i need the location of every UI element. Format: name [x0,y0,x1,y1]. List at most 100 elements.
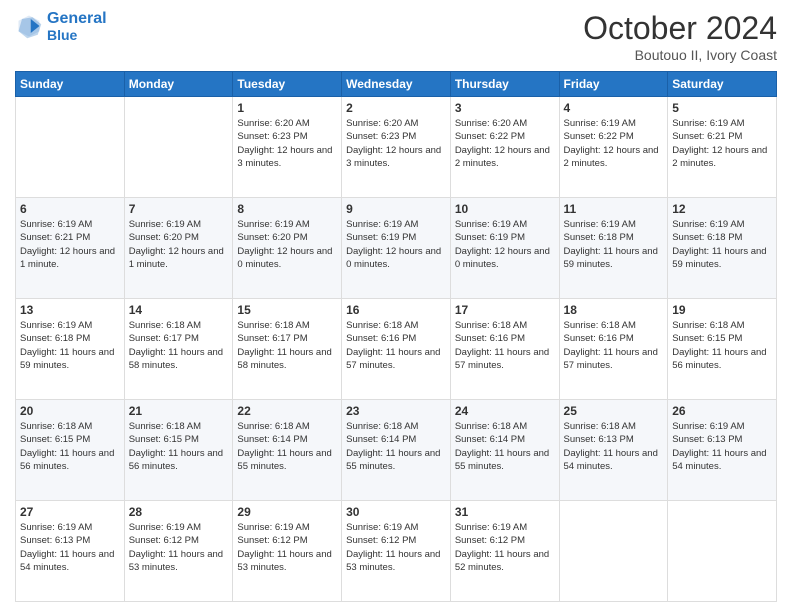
calendar-cell: 2 Sunrise: 6:20 AM Sunset: 6:23 PM Daylig… [342,97,451,198]
calendar-cell: 6Sunrise: 6:19 AM Sunset: 6:21 PM Daylig… [16,198,125,299]
day-info: Sunrise: 6:19 AM Sunset: 6:18 PM Dayligh… [564,218,664,271]
day-number: 29 [237,505,337,519]
weekday-tuesday: Tuesday [233,72,342,97]
day-number: 5 [672,101,772,115]
calendar-header: SundayMondayTuesdayWednesdayThursdayFrid… [16,72,777,97]
calendar-week-1: 6Sunrise: 6:19 AM Sunset: 6:21 PM Daylig… [16,198,777,299]
weekday-sunday: Sunday [16,72,125,97]
day-number: 13 [20,303,120,317]
day-number: 24 [455,404,555,418]
day-number: 2 [346,101,446,115]
day-number: 16 [346,303,446,317]
day-number: 14 [129,303,229,317]
day-number: 19 [672,303,772,317]
calendar-table: SundayMondayTuesdayWednesdayThursdayFrid… [15,71,777,602]
calendar-cell: 20 Sunrise: 6:18 AM Sunset: 6:15 PM Dayli… [16,400,125,501]
calendar-cell: 23Sunrise: 6:18 AM Sunset: 6:14 PM Dayli… [342,400,451,501]
day-info: Sunrise: 6:19 AM Sunset: 6:13 PM Dayligh… [20,521,120,574]
logo: General Blue [15,10,107,43]
calendar-cell: 7 Sunrise: 6:19 AM Sunset: 6:20 PM Daylig… [124,198,233,299]
calendar-cell: 26Sunrise: 6:19 AM Sunset: 6:13 PM Dayli… [668,400,777,501]
calendar-cell: 29 Sunrise: 6:19 AM Sunset: 6:12 PM Dayli… [233,501,342,602]
logo-text: General Blue [47,10,107,43]
day-info: Sunrise: 6:19 AM Sunset: 6:22 PM Dayligh… [564,117,664,170]
day-info: Sunrise: 6:18 AM Sunset: 6:16 PM Dayligh… [346,319,446,372]
calendar-cell: 25 Sunrise: 6:18 AM Sunset: 6:13 PM Dayli… [559,400,668,501]
day-number: 12 [672,202,772,216]
calendar-cell: 8 Sunrise: 6:19 AM Sunset: 6:20 PM Daylig… [233,198,342,299]
day-info: Sunrise: 6:19 AM Sunset: 6:13 PM Dayligh… [672,420,772,473]
month-title: October 2024 [583,10,777,47]
calendar-cell: 3 Sunrise: 6:20 AM Sunset: 6:22 PM Daylig… [450,97,559,198]
calendar-cell: 16 Sunrise: 6:18 AM Sunset: 6:16 PM Dayli… [342,299,451,400]
day-info: Sunrise: 6:19 AM Sunset: 6:19 PM Dayligh… [346,218,446,271]
calendar-cell: 9 Sunrise: 6:19 AM Sunset: 6:19 PM Daylig… [342,198,451,299]
calendar-cell: 21 Sunrise: 6:18 AM Sunset: 6:15 PM Dayli… [124,400,233,501]
day-info: Sunrise: 6:20 AM Sunset: 6:23 PM Dayligh… [237,117,337,170]
weekday-wednesday: Wednesday [342,72,451,97]
day-info: Sunrise: 6:18 AM Sunset: 6:15 PM Dayligh… [20,420,120,473]
calendar-cell: 28Sunrise: 6:19 AM Sunset: 6:12 PM Dayli… [124,501,233,602]
day-number: 11 [564,202,664,216]
day-number: 1 [237,101,337,115]
calendar-cell: 15Sunrise: 6:18 AM Sunset: 6:17 PM Dayli… [233,299,342,400]
calendar-cell: 18 Sunrise: 6:18 AM Sunset: 6:16 PM Dayli… [559,299,668,400]
calendar-cell: 13 Sunrise: 6:19 AM Sunset: 6:18 PM Dayli… [16,299,125,400]
weekday-friday: Friday [559,72,668,97]
calendar-cell: 11 Sunrise: 6:19 AM Sunset: 6:18 PM Dayli… [559,198,668,299]
day-info: Sunrise: 6:20 AM Sunset: 6:22 PM Dayligh… [455,117,555,170]
day-number: 30 [346,505,446,519]
weekday-thursday: Thursday [450,72,559,97]
day-info: Sunrise: 6:18 AM Sunset: 6:13 PM Dayligh… [564,420,664,473]
day-info: Sunrise: 6:18 AM Sunset: 6:14 PM Dayligh… [455,420,555,473]
day-info: Sunrise: 6:19 AM Sunset: 6:12 PM Dayligh… [237,521,337,574]
day-number: 20 [20,404,120,418]
day-info: Sunrise: 6:19 AM Sunset: 6:20 PM Dayligh… [237,218,337,271]
day-number: 28 [129,505,229,519]
calendar-cell: 1 Sunrise: 6:20 AM Sunset: 6:23 PM Daylig… [233,97,342,198]
calendar-cell: 31 Sunrise: 6:19 AM Sunset: 6:12 PM Dayli… [450,501,559,602]
day-number: 31 [455,505,555,519]
day-info: Sunrise: 6:18 AM Sunset: 6:15 PM Dayligh… [672,319,772,372]
day-info: Sunrise: 6:19 AM Sunset: 6:19 PM Dayligh… [455,218,555,271]
day-info: Sunrise: 6:19 AM Sunset: 6:21 PM Dayligh… [672,117,772,170]
day-number: 22 [237,404,337,418]
calendar-week-0: 1 Sunrise: 6:20 AM Sunset: 6:23 PM Daylig… [16,97,777,198]
day-number: 25 [564,404,664,418]
day-number: 3 [455,101,555,115]
day-info: Sunrise: 6:19 AM Sunset: 6:12 PM Dayligh… [455,521,555,574]
day-info: Sunrise: 6:18 AM Sunset: 6:15 PM Dayligh… [129,420,229,473]
title-block: October 2024 Boutouo II, Ivory Coast [583,10,777,63]
page: General Blue October 2024 Boutouo II, Iv… [0,0,792,612]
day-info: Sunrise: 6:19 AM Sunset: 6:20 PM Dayligh… [129,218,229,271]
calendar-cell [124,97,233,198]
day-number: 10 [455,202,555,216]
day-number: 27 [20,505,120,519]
day-number: 8 [237,202,337,216]
calendar-cell [668,501,777,602]
day-number: 6 [20,202,120,216]
calendar-week-4: 27 Sunrise: 6:19 AM Sunset: 6:13 PM Dayli… [16,501,777,602]
day-number: 23 [346,404,446,418]
calendar-week-2: 13 Sunrise: 6:19 AM Sunset: 6:18 PM Dayli… [16,299,777,400]
day-number: 21 [129,404,229,418]
calendar-cell: 30Sunrise: 6:19 AM Sunset: 6:12 PM Dayli… [342,501,451,602]
weekday-saturday: Saturday [668,72,777,97]
day-number: 18 [564,303,664,317]
calendar-cell [559,501,668,602]
day-info: Sunrise: 6:19 AM Sunset: 6:18 PM Dayligh… [20,319,120,372]
calendar-cell: 27 Sunrise: 6:19 AM Sunset: 6:13 PM Dayli… [16,501,125,602]
day-number: 9 [346,202,446,216]
header: General Blue October 2024 Boutouo II, Iv… [15,10,777,63]
logo-icon [15,12,43,40]
day-info: Sunrise: 6:18 AM Sunset: 6:16 PM Dayligh… [564,319,664,372]
day-number: 7 [129,202,229,216]
day-info: Sunrise: 6:19 AM Sunset: 6:18 PM Dayligh… [672,218,772,271]
calendar-body: 1 Sunrise: 6:20 AM Sunset: 6:23 PM Daylig… [16,97,777,602]
calendar-cell [16,97,125,198]
calendar-week-3: 20 Sunrise: 6:18 AM Sunset: 6:15 PM Dayli… [16,400,777,501]
calendar-cell: 4Sunrise: 6:19 AM Sunset: 6:22 PM Daylig… [559,97,668,198]
day-info: Sunrise: 6:20 AM Sunset: 6:23 PM Dayligh… [346,117,446,170]
location-subtitle: Boutouo II, Ivory Coast [583,47,777,63]
day-info: Sunrise: 6:18 AM Sunset: 6:17 PM Dayligh… [129,319,229,372]
